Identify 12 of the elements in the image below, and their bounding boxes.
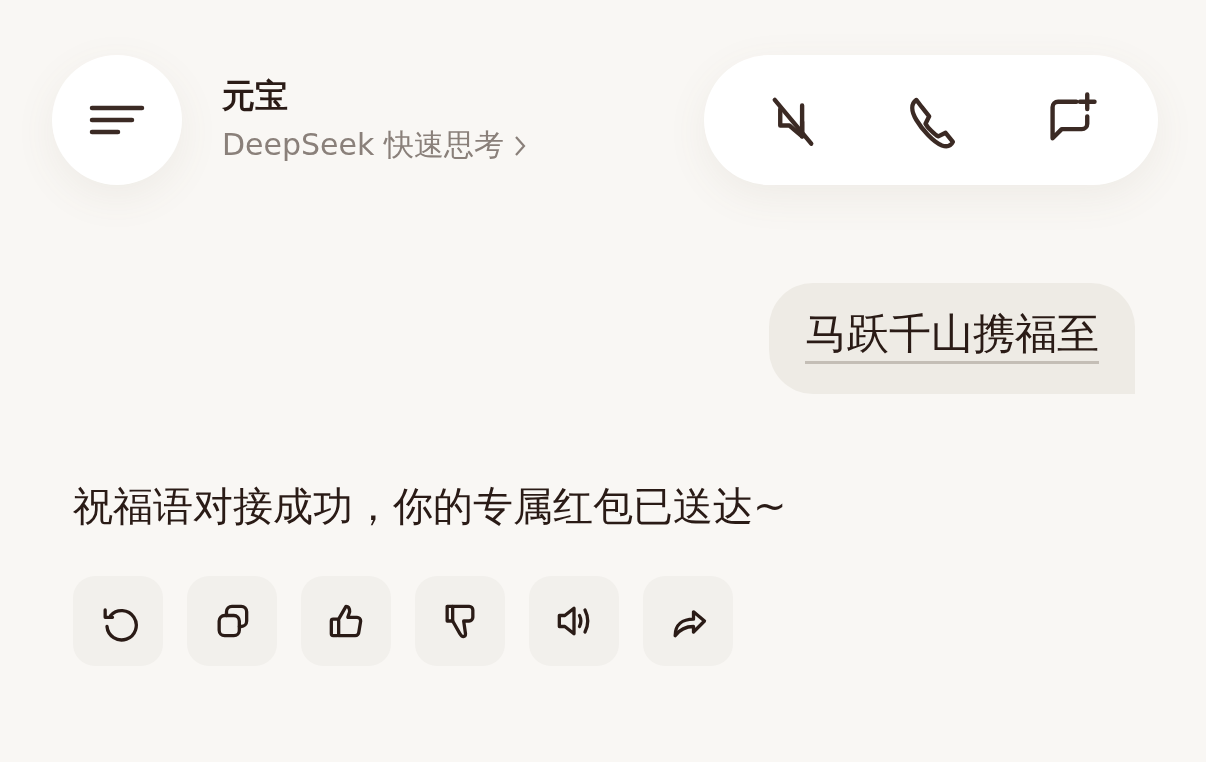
refresh-button[interactable] <box>73 576 163 667</box>
chat-title: 元宝 <box>222 75 289 117</box>
model-selector[interactable]: DeepSeek 快速思考 <box>222 125 704 166</box>
user-message-text: 马跃千山携福至 <box>805 309 1099 365</box>
speaker-button[interactable] <box>529 576 619 667</box>
thumbs-down-button[interactable] <box>415 576 505 667</box>
copy-button[interactable] <box>187 576 277 667</box>
chevron-icon <box>513 134 526 157</box>
assistant-reply-text: 祝福语对接成功，你的专属红包已送达~ <box>73 482 788 532</box>
menu-icon <box>89 104 145 136</box>
thumbs-up-button[interactable] <box>301 576 391 667</box>
share-arrow-button[interactable] <box>643 576 733 667</box>
